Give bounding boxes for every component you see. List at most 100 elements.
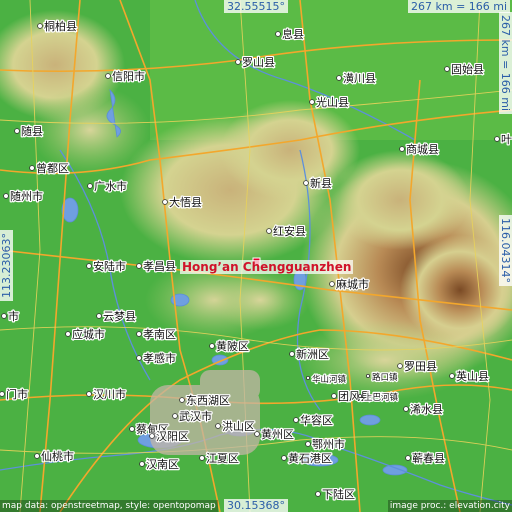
city-ezhou: 鄂州市 [305, 436, 346, 452]
city-dot [303, 180, 309, 186]
city-shangbahe: 上巴河镇 [357, 391, 400, 404]
city-xiantao: 仙桃市 [34, 448, 75, 464]
city-dawu: 大悟县 [162, 194, 203, 210]
city-zengdu: 曾都区 [29, 160, 70, 176]
city-dot [293, 417, 299, 423]
city-tongbai: 桐柏县 [37, 18, 78, 34]
city-hannan: 汉南区 [139, 457, 180, 472]
city-wuhan: 武汉市 [172, 408, 213, 424]
city-gushi: 固始县 [444, 61, 485, 77]
city-label: 武汉市 [179, 409, 212, 423]
city-xishui: 浠水县 [403, 401, 444, 417]
city-hanchuan: 汉川市 [86, 386, 127, 402]
city-label: 门市 [6, 387, 28, 401]
city-label: 英山县 [456, 369, 489, 383]
city-dot [34, 453, 40, 459]
city-dot [405, 455, 411, 461]
city-label: 新洲区 [296, 347, 329, 361]
city-label: 新县 [310, 176, 332, 190]
city-label: 随县 [21, 124, 43, 138]
city-macheng: 麻城市 [329, 276, 370, 292]
bottom-latitude: 30.15368° [224, 499, 288, 512]
city-label: 罗田县 [404, 360, 437, 373]
city-label: 孝昌县 [143, 260, 176, 273]
city-label: 黄陂区 [216, 339, 249, 353]
city-dot [289, 351, 295, 357]
city-dot [136, 331, 142, 337]
city-dot [139, 461, 145, 467]
top-scale: 267 km = 166 mi [408, 0, 511, 13]
city-dot [37, 23, 43, 29]
city-guangshan: 光山县 [309, 94, 350, 110]
city-dot [162, 199, 168, 205]
city-dot [129, 426, 135, 432]
city-dot [275, 31, 281, 37]
city-label: 华容区 [300, 413, 333, 427]
city-label: 孝感市 [143, 351, 176, 365]
city-dot [65, 331, 71, 337]
city-label: 广水市 [94, 179, 127, 193]
city-label: 曾都区 [36, 161, 69, 175]
city-label: 蕲春县 [412, 452, 445, 465]
processing-credit: image proc.: elevation.city [387, 500, 512, 512]
city-dot [399, 146, 405, 152]
city-label: 大悟县 [169, 195, 202, 209]
city-dongxihu: 东西湖区 [179, 393, 231, 408]
city-dot [1, 313, 7, 319]
city-label: 汉阳区 [156, 430, 189, 443]
topographic-map[interactable]: 桐柏县息县罗山县信阳市 潢川县 固始县光山县随县商城县曾都区 叶广水市 新县随州市 大悟县… [0, 0, 512, 512]
city-luoshan: 罗山县 [235, 55, 276, 70]
city-dot [172, 413, 178, 419]
city-yingcheng: 应城市 [65, 326, 106, 342]
city-yunmeng: 云梦县 [96, 309, 137, 324]
city-label: 汉南区 [146, 458, 179, 471]
city-dot [494, 136, 500, 142]
city-dot [209, 343, 215, 349]
city-label: 下陆区 [322, 487, 355, 501]
city-huashan: 华山河镇 [305, 373, 348, 386]
city-label: 叶 [501, 133, 512, 146]
city-label: 桐柏县 [44, 19, 77, 33]
city-anlu: 安陆市 [86, 258, 127, 274]
city-label: 黄州区 [261, 427, 294, 441]
city-dot [305, 441, 311, 447]
city-label: 罗山县 [242, 56, 275, 69]
city-xiaochang: 孝昌县 [136, 259, 177, 274]
city-label: 红安县 [273, 224, 306, 238]
city-xinyang: 信阳市 [105, 68, 146, 84]
city-label: 鄂州市 [312, 437, 345, 451]
city-dot [331, 393, 337, 399]
city-label: 东西湖区 [186, 394, 230, 407]
city-label: 信阳市 [112, 69, 145, 83]
city-dot [199, 455, 205, 461]
city-huarong: 华容区 [293, 412, 334, 428]
city-label: 商城县 [406, 142, 439, 156]
city-hongan: 红安县 [266, 223, 307, 239]
city-label: 孝南区 [143, 328, 176, 341]
city-dot [215, 423, 221, 429]
city-dot [397, 363, 403, 369]
city-label: 市 [8, 309, 19, 323]
city-label: 光山县 [316, 95, 349, 109]
city-label: 随州市 [10, 189, 43, 203]
city-luotian: 罗田县 [397, 359, 438, 374]
city-dot [305, 375, 310, 380]
city-dot [315, 491, 321, 497]
city-dot [235, 59, 241, 65]
city-dot [336, 75, 342, 81]
city-label: 安陆市 [93, 259, 126, 273]
city-label: 上巴河镇 [364, 392, 399, 403]
city-dot [281, 455, 287, 461]
city-dot [449, 373, 455, 379]
city-dot [105, 73, 111, 79]
city-suizhou: 随州市 [3, 188, 44, 204]
city-xialu: 下陆区 [315, 486, 356, 502]
city-dot [179, 397, 185, 403]
city-dot [309, 99, 315, 105]
city-dot [365, 373, 370, 378]
city-dot [149, 433, 155, 439]
city-label: 江夏区 [206, 452, 239, 465]
city-dot [29, 165, 35, 171]
city-label: 固始县 [451, 62, 484, 76]
left-longitude: 113.23063° [0, 230, 13, 301]
